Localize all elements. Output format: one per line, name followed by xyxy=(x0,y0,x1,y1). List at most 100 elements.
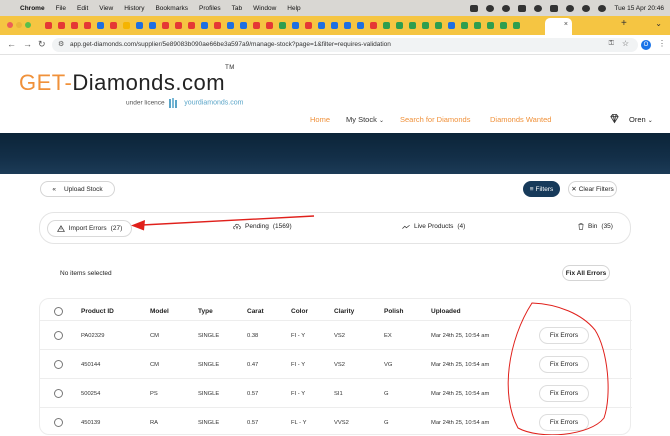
menu-tab[interactable]: Tab xyxy=(232,5,242,12)
browser-tab[interactable] xyxy=(146,20,159,31)
battery-icon[interactable] xyxy=(550,4,559,12)
browser-tab[interactable] xyxy=(315,20,328,31)
table-row[interactable]: 450139 RA SINGLE 0.57 FL - Y VVS2 G Mar … xyxy=(40,407,632,436)
table-row[interactable]: 500254 PS SINGLE 0.57 FI - Y SI1 G Mar 2… xyxy=(40,378,632,407)
menu-bookmarks[interactable]: Bookmarks xyxy=(155,5,188,12)
browser-tab[interactable] xyxy=(328,20,341,31)
menu-file[interactable]: File xyxy=(56,5,66,12)
browser-tab[interactable] xyxy=(172,20,185,31)
fix-all-errors-button[interactable]: Fix All Errors xyxy=(562,265,610,281)
header-uploaded[interactable]: Uploaded xyxy=(431,308,461,315)
moon-icon[interactable] xyxy=(534,4,543,12)
header-clarity[interactable]: Clarity xyxy=(334,308,354,315)
header-product-id[interactable]: Product ID xyxy=(81,308,114,315)
bookmark-star-icon[interactable]: ☆ xyxy=(622,39,629,48)
browser-tab[interactable] xyxy=(107,20,120,31)
header-model[interactable]: Model xyxy=(150,308,169,315)
close-tab-icon[interactable]: × xyxy=(564,21,568,28)
browser-tab[interactable] xyxy=(471,20,484,31)
fix-errors-button[interactable]: Fix Errors xyxy=(539,385,589,402)
maximize-window-icon[interactable] xyxy=(25,22,31,28)
browser-tab[interactable] xyxy=(458,20,471,31)
menu-edit[interactable]: Edit xyxy=(77,5,88,12)
tab-import-errors[interactable]: Import Errors (27) xyxy=(47,220,132,237)
wechat-icon[interactable] xyxy=(486,4,495,12)
table-row[interactable]: 450144 CM SINGLE 0.47 FI - Y VS2 VG Mar … xyxy=(40,349,632,378)
browser-tab[interactable] xyxy=(224,20,237,31)
reload-icon[interactable]: ↻ xyxy=(38,39,46,50)
browser-tab[interactable] xyxy=(380,20,393,31)
url-text[interactable]: app.get-diamonds.com/supplier/5e89083b09… xyxy=(70,41,391,48)
row-checkbox[interactable] xyxy=(54,389,63,398)
new-tab-button[interactable]: + xyxy=(621,18,627,29)
browser-tab[interactable] xyxy=(289,20,302,31)
fix-errors-button[interactable]: Fix Errors xyxy=(539,356,589,373)
tab-search-chevron-icon[interactable]: ⌄ xyxy=(655,19,662,28)
browser-tab[interactable] xyxy=(445,20,458,31)
filters-button[interactable]: ≡ Filters xyxy=(523,181,560,197)
browser-tab[interactable] xyxy=(185,20,198,31)
menu-history[interactable]: History xyxy=(124,5,144,12)
clear-filters-button[interactable]: ✕ Clear Filters xyxy=(568,181,617,197)
video-icon[interactable] xyxy=(470,4,479,12)
browser-tab[interactable] xyxy=(198,20,211,31)
browser-tab[interactable] xyxy=(94,20,107,31)
browser-tab[interactable] xyxy=(432,20,445,31)
browser-tab[interactable] xyxy=(419,20,432,31)
browser-tab[interactable] xyxy=(159,20,172,31)
browser-tab[interactable] xyxy=(302,20,315,31)
tab-live-products[interactable]: Live Products (4) xyxy=(402,223,465,230)
browser-tab[interactable] xyxy=(484,20,497,31)
menu-app-name[interactable]: Chrome xyxy=(20,5,45,12)
browser-tab[interactable] xyxy=(354,20,367,31)
row-checkbox[interactable] xyxy=(54,418,63,427)
browser-menu-icon[interactable]: ⋮ xyxy=(658,39,666,48)
browser-tab[interactable] xyxy=(406,20,419,31)
back-arrow-icon[interactable]: ← xyxy=(7,39,16,49)
nav-diamonds-wanted[interactable]: Diamonds Wanted xyxy=(490,115,551,124)
clock[interactable]: Tue 15 Apr 20:46 xyxy=(614,5,664,12)
browser-tab[interactable] xyxy=(276,20,289,31)
browser-tab[interactable] xyxy=(81,20,94,31)
search-icon[interactable] xyxy=(582,4,591,12)
upload-stock-button[interactable]: « Upload Stock xyxy=(40,181,115,197)
cast-icon[interactable] xyxy=(502,4,511,12)
diamond-icon[interactable] xyxy=(609,113,620,124)
minimize-window-icon[interactable] xyxy=(16,22,22,28)
menu-view[interactable]: View xyxy=(99,5,113,12)
control-center-icon[interactable] xyxy=(598,4,607,12)
nav-my-stock[interactable]: My Stock ⌄ xyxy=(346,115,384,124)
fix-errors-button[interactable]: Fix Errors xyxy=(539,327,589,344)
wifi-icon[interactable] xyxy=(566,4,575,12)
header-color[interactable]: Color xyxy=(291,308,308,315)
nav-home[interactable]: Home xyxy=(310,115,330,124)
row-checkbox[interactable] xyxy=(54,360,63,369)
fix-errors-button[interactable]: Fix Errors xyxy=(539,414,589,431)
tab-bin[interactable]: Bin (35) xyxy=(578,223,613,230)
browser-tab[interactable] xyxy=(341,20,354,31)
browser-tab[interactable] xyxy=(237,20,250,31)
header-carat[interactable]: Carat xyxy=(247,308,264,315)
browser-tab[interactable] xyxy=(393,20,406,31)
browser-tab[interactable] xyxy=(510,20,523,31)
active-tab[interactable]: × xyxy=(545,18,572,35)
password-key-icon[interactable]: ⚿ xyxy=(609,40,614,48)
profile-avatar[interactable]: O xyxy=(641,40,651,50)
nav-search-diamonds[interactable]: Search for Diamonds xyxy=(400,115,470,124)
address-bar[interactable]: ⚙ app.get-diamonds.com/supplier/5e89083b… xyxy=(52,38,638,52)
header-type[interactable]: Type xyxy=(198,308,213,315)
site-info-icon[interactable]: ⚙ xyxy=(58,40,64,48)
browser-tab[interactable] xyxy=(42,20,55,31)
menu-profiles[interactable]: Profiles xyxy=(199,5,221,12)
row-checkbox[interactable] xyxy=(54,331,63,340)
browser-tab[interactable] xyxy=(497,20,510,31)
browser-tab[interactable] xyxy=(263,20,276,31)
tab-pending[interactable]: Pending (1569) xyxy=(233,223,292,230)
user-menu[interactable]: Oren ⌄ xyxy=(629,115,653,124)
browser-tab[interactable] xyxy=(68,20,81,31)
table-row[interactable]: PA02329 CM SINGLE 0.38 FI - Y VS2 EX Mar… xyxy=(40,320,632,349)
play-icon[interactable] xyxy=(518,4,527,12)
browser-tab[interactable] xyxy=(55,20,68,31)
browser-tab[interactable] xyxy=(133,20,146,31)
browser-tab[interactable] xyxy=(211,20,224,31)
